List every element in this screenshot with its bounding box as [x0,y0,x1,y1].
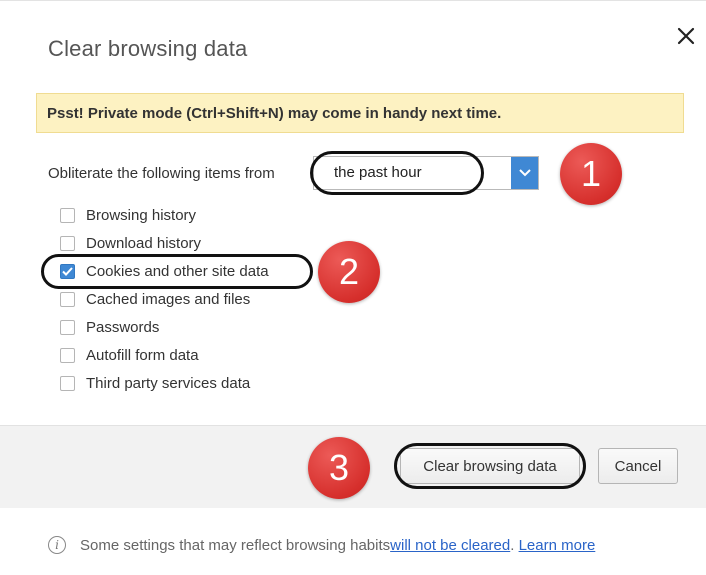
checkbox[interactable] [60,207,75,223]
annotation-badge-3: 3 [308,437,370,499]
annotation-ring-dropdown [310,151,484,195]
checkbox-label: Autofill form data [86,346,199,364]
checkbox-download-history[interactable]: Download history [60,232,320,254]
top-divider [0,0,706,1]
checkbox-label: Passwords [86,318,160,336]
checkbox[interactable] [60,291,75,307]
checkbox-third-party[interactable]: Third party services data [60,372,320,394]
close-icon[interactable] [674,24,698,48]
chevron-down-icon[interactable] [511,157,538,189]
checkbox[interactable] [60,319,75,335]
checkbox-passwords[interactable]: Passwords [60,316,320,338]
link-learn-more[interactable]: Learn more [519,537,596,554]
time-range-label: Obliterate the following items from [48,165,275,182]
link-will-not-be-cleared[interactable]: will not be cleared [390,537,510,554]
annotation-badge-1: 1 [560,143,622,205]
checkbox-label: Cached images and files [86,290,251,308]
cancel-button[interactable]: Cancel [598,448,678,484]
dialog-title: Clear browsing data [48,36,248,61]
checkbox-label: Third party services data [86,374,251,392]
checkbox[interactable] [60,235,75,251]
checkbox[interactable] [60,375,75,391]
footer-note: i Some settings that may reflect browsin… [48,536,595,554]
footer-separator: . [510,536,519,554]
annotation-badge-2: 2 [318,241,380,303]
checkbox-label: Browsing history [86,206,197,224]
info-icon: i [48,536,66,554]
checkbox-cached-images[interactable]: Cached images and files [60,288,320,310]
checkbox-label: Download history [86,234,202,252]
banner-text: Psst! Private mode (Ctrl+Shift+N) may co… [47,104,502,122]
checkbox-browsing-history[interactable]: Browsing history [60,204,320,226]
annotation-ring-cookies [41,254,313,289]
close-icon-glyph [677,27,695,45]
annotation-ring-clear-button [394,443,586,489]
checkbox-autofill[interactable]: Autofill form data [60,344,320,366]
checkbox[interactable] [60,347,75,363]
private-mode-banner: Psst! Private mode (Ctrl+Shift+N) may co… [36,93,684,133]
footer-note-text: Some settings that may reflect browsing … [80,536,391,554]
